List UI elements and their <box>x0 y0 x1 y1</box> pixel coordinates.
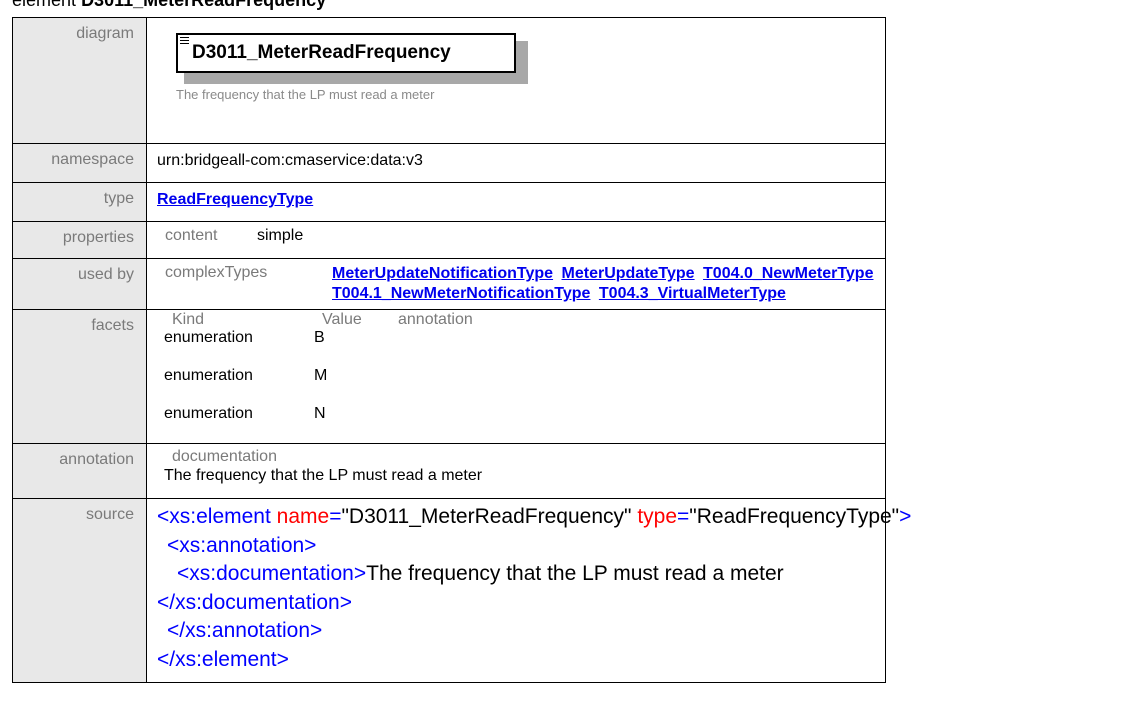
heading-element-name: D3011_MeterReadFrequency <box>81 0 327 10</box>
used-by-link[interactable]: T004.3_VirtualMeterType <box>599 285 786 302</box>
source-code: <xs:element name="D3011_MeterReadFrequen… <box>157 505 912 671</box>
used-by-links: MeterUpdateNotificationType MeterUpdateT… <box>332 264 885 304</box>
used-by-key: complexTypes <box>165 264 268 281</box>
label-diagram: diagram <box>12 17 147 144</box>
source-attr: type <box>637 505 678 528</box>
page: element D3011_MeterReadFrequency diagram… <box>0 0 1137 724</box>
diagram-documentation: The frequency that the LP must read a me… <box>176 87 435 102</box>
source-attr-value: "ReadFrequencyType" <box>689 505 900 528</box>
diagram-element-box: D3011_MeterReadFrequency <box>176 33 516 73</box>
diagram-element-name: D3011_MeterReadFrequency <box>192 42 451 63</box>
used-by-link[interactable]: MeterUpdateType <box>562 265 695 282</box>
element-diagram: D3011_MeterReadFrequency The frequency t… <box>157 18 885 143</box>
source-attr-value: "D3011_MeterReadFrequency" <box>341 505 632 528</box>
facet-row: enumeration B <box>164 328 885 366</box>
row-source: source <xs:element name="D3011_MeterRead… <box>12 498 912 683</box>
properties-value: simple <box>257 227 304 244</box>
facet-value: B <box>314 329 325 346</box>
source-text: The frequency that the LP must read a me… <box>366 562 784 585</box>
page-heading: element D3011_MeterReadFrequency <box>12 0 326 11</box>
row-facets: facets Kind Value annotation enumeration… <box>12 309 886 444</box>
label-facets: facets <box>12 309 147 444</box>
label-annotation: annotation <box>12 443 147 499</box>
facet-kind: enumeration <box>164 367 253 384</box>
source-tag: <xs:documentation> <box>177 562 367 585</box>
label-used-by: used by <box>12 258 147 310</box>
source-tag: <xs:element <box>157 505 271 528</box>
facets-col-value: Value <box>322 311 362 328</box>
facet-value: N <box>314 405 326 422</box>
row-namespace: namespace urn:bridgeall-com:cmaservice:d… <box>12 143 886 183</box>
source-attr: name <box>276 505 330 528</box>
annotation-key: documentation <box>172 448 277 465</box>
source-tag: > <box>899 505 912 528</box>
type-link[interactable]: ReadFrequencyType <box>157 191 313 208</box>
source-tag: </xs:annotation> <box>167 619 323 642</box>
source-tag: </xs:element> <box>157 647 289 671</box>
row-properties: properties content simple <box>12 221 886 259</box>
facet-kind: enumeration <box>164 405 253 422</box>
element-doc-table: diagram D3011_MeterReadFrequency The fre… <box>12 17 912 683</box>
source-tag: </xs:documentation> <box>157 590 352 614</box>
row-diagram: diagram D3011_MeterReadFrequency The fre… <box>12 17 886 144</box>
heading-prefix: element <box>12 0 77 10</box>
facets-col-kind: Kind <box>172 311 205 328</box>
used-by-link[interactable]: MeterUpdateNotificationType <box>332 265 553 282</box>
used-by-link[interactable]: T004.0_NewMeterType <box>703 265 873 282</box>
facets-col-annotation: annotation <box>398 311 473 328</box>
facet-row: enumeration M <box>164 366 885 404</box>
row-used-by: used by complexTypes MeterUpdateNotifica… <box>12 258 886 310</box>
facet-row: enumeration N <box>164 404 885 442</box>
annotation-text: The frequency that the LP must read a me… <box>164 467 483 484</box>
used-by-link[interactable]: T004.1_NewMeterNotificationType <box>332 285 590 302</box>
label-source: source <box>12 498 147 683</box>
namespace-value: urn:bridgeall-com:cmaservice:data:v3 <box>157 152 423 169</box>
facet-value: M <box>314 367 328 384</box>
facet-kind: enumeration <box>164 329 253 346</box>
label-namespace: namespace <box>12 143 147 183</box>
element-doc-lines-icon <box>180 37 189 46</box>
properties-key: content <box>165 227 218 244</box>
label-properties: properties <box>12 221 147 259</box>
facets-header: Kind Value annotation <box>164 310 885 328</box>
label-type: type <box>12 182 147 222</box>
source-tag: <xs:annotation> <box>167 533 317 557</box>
row-type: type ReadFrequencyType <box>12 182 886 222</box>
row-annotation: annotation documentation The frequency t… <box>12 443 886 499</box>
